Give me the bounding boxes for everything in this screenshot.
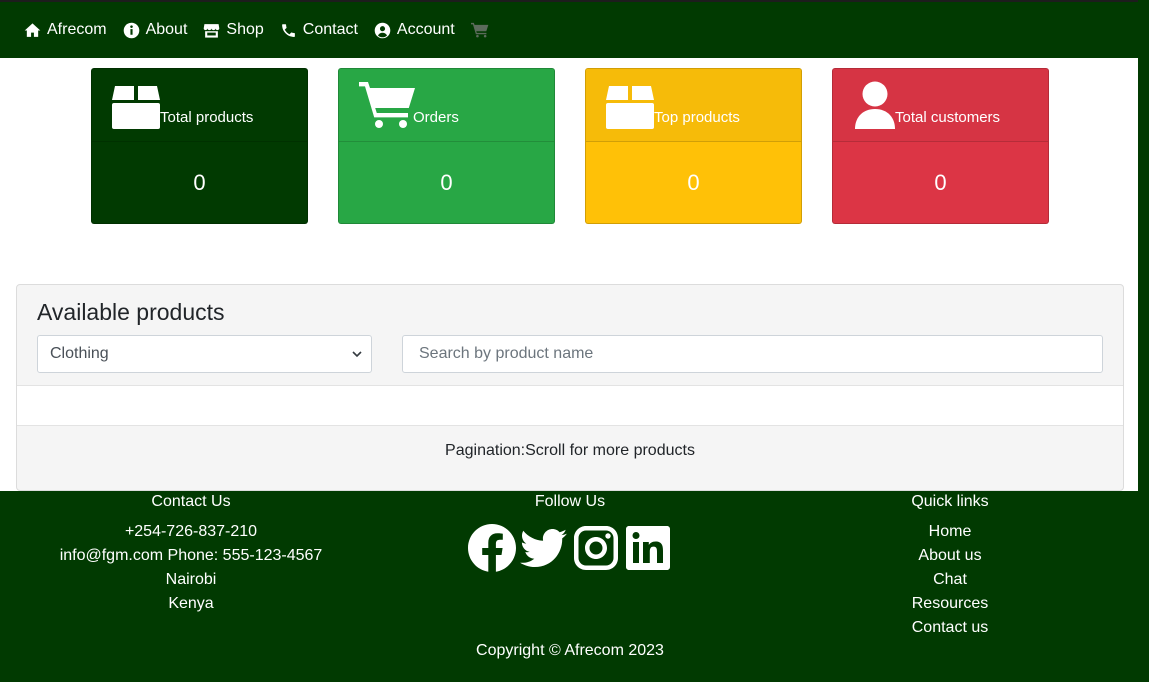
nav-item-label: Shop bbox=[226, 21, 264, 38]
footer-links-list: Home About us Chat Resources Contact us bbox=[850, 520, 1050, 640]
social-icons bbox=[420, 524, 720, 572]
phone-icon bbox=[281, 23, 295, 37]
nav-item-shop[interactable]: Shop bbox=[203, 21, 264, 39]
linkedin-icon[interactable] bbox=[624, 524, 672, 572]
box-icon bbox=[606, 86, 654, 129]
footer-follow-title: Follow Us bbox=[534, 493, 606, 510]
nav-item-about[interactable]: About bbox=[123, 21, 188, 39]
footer-link-chat[interactable]: Chat bbox=[850, 568, 1050, 592]
stat-card-header: Orders bbox=[339, 69, 554, 142]
nav-brand[interactable]: Afrecom bbox=[24, 21, 107, 39]
stat-card-header: Total customers bbox=[833, 69, 1048, 142]
footer-link-home[interactable]: Home bbox=[850, 520, 1050, 544]
nav-item-contact[interactable]: Contact bbox=[280, 21, 358, 39]
nav-item-label: Account bbox=[396, 21, 455, 38]
stat-card-value: 0 bbox=[440, 170, 453, 195]
contact-country: Kenya bbox=[168, 595, 214, 612]
stat-card-value: 0 bbox=[193, 170, 206, 195]
shopping-cart-icon bbox=[359, 82, 415, 128]
box-icon bbox=[112, 86, 160, 129]
stat-card-title: Total customers bbox=[895, 109, 1001, 126]
footer-link-resources[interactable]: Resources bbox=[850, 592, 1050, 616]
available-products-panel: Available products Clothing Pagination:S… bbox=[16, 284, 1124, 491]
nav-item-label: Contact bbox=[302, 21, 358, 38]
stat-card-value: 0 bbox=[934, 170, 947, 195]
twitter-icon[interactable] bbox=[520, 524, 568, 572]
category-select[interactable]: Clothing bbox=[37, 335, 372, 373]
stat-card-title: Orders bbox=[413, 109, 459, 126]
stats-row: Total products 0 Orders 0 Top products 0… bbox=[91, 68, 1049, 224]
home-icon bbox=[24, 22, 41, 37]
stat-card-title: Top products bbox=[654, 109, 740, 126]
chevron-down-icon bbox=[352, 351, 362, 358]
footer-link-contact[interactable]: Contact us bbox=[850, 616, 1050, 640]
footer-contact: Contact Us +254-726-837-210 info@fgm.com… bbox=[40, 491, 342, 616]
stat-card-total-customers: Total customers 0 bbox=[832, 68, 1049, 224]
footer-contact-title: Contact Us bbox=[151, 493, 231, 510]
category-select-value: Clothing bbox=[50, 345, 109, 362]
footer-link-about[interactable]: About us bbox=[850, 544, 1050, 568]
info-circle-icon bbox=[123, 22, 139, 38]
top-navbar: Afrecom About Shop Contact Account bbox=[0, 0, 1140, 58]
contact-phone: +254-726-837-210 bbox=[124, 523, 258, 540]
footer-quick-links: Quick links Home About us Chat Resources… bbox=[850, 491, 1050, 640]
stat-card-top-products: Top products 0 bbox=[585, 68, 802, 224]
footer-links-title: Quick links bbox=[911, 493, 989, 510]
stat-card-header: Top products bbox=[586, 69, 801, 142]
site-footer: Contact Us +254-726-837-210 info@fgm.com… bbox=[0, 491, 1140, 679]
footer-follow: Follow Us bbox=[420, 491, 720, 572]
nav-brand-label: Afrecom bbox=[47, 21, 107, 38]
stat-card-value: 0 bbox=[687, 170, 700, 195]
window-frame-right bbox=[1138, 0, 1149, 682]
stat-card-title: Total products bbox=[160, 109, 254, 126]
copyright: Copyright © Afrecom 2023 bbox=[476, 642, 664, 659]
user-icon bbox=[855, 81, 895, 129]
stat-card-orders: Orders 0 bbox=[338, 68, 555, 224]
footer-contact-list: +254-726-837-210 info@fgm.com Phone: 555… bbox=[40, 520, 342, 616]
product-list bbox=[17, 385, 1123, 426]
contact-email: info@fgm.com Phone: 555-123-4567 bbox=[59, 547, 323, 564]
panel-heading: Available products bbox=[37, 299, 225, 325]
contact-city: Nairobi bbox=[165, 571, 217, 588]
shopping-cart-icon bbox=[470, 22, 489, 38]
nav-item-account[interactable]: Account bbox=[374, 21, 455, 39]
pagination-note: Pagination:Scroll for more products bbox=[445, 442, 695, 459]
instagram-icon[interactable] bbox=[572, 524, 620, 572]
stat-card-total-products: Total products 0 bbox=[91, 68, 308, 224]
nav-item-label: About bbox=[145, 21, 188, 38]
product-search-input[interactable] bbox=[402, 335, 1103, 373]
cart-button[interactable] bbox=[470, 22, 495, 38]
facebook-icon[interactable] bbox=[468, 524, 516, 572]
user-circle-icon bbox=[374, 22, 391, 38]
stat-card-header: Total products bbox=[92, 69, 307, 142]
store-icon bbox=[204, 23, 220, 38]
